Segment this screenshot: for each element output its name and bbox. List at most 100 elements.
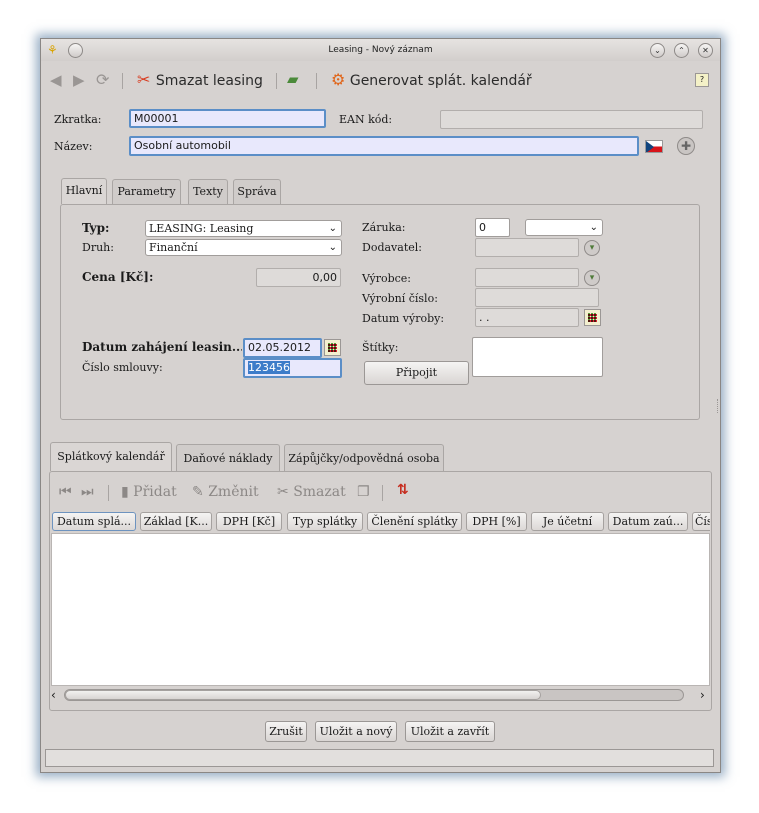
name-label: Název:	[54, 140, 93, 153]
tab-parameters[interactable]: Parametry	[112, 179, 181, 204]
delete-leasing-button[interactable]: ✂ Smazat leasing	[137, 70, 263, 90]
back-icon[interactable]: ◀	[50, 71, 62, 89]
type-select[interactable]: LEASING: Leasing ⌄	[145, 220, 342, 237]
payment-calendar-grid[interactable]	[51, 533, 710, 686]
scissors-icon: ✂	[277, 484, 289, 500]
serial-number-label: Výrobní číslo:	[362, 292, 438, 305]
refresh-icon[interactable]: ⟳	[96, 70, 109, 89]
manufacturer-input[interactable]	[475, 268, 579, 287]
translate-globe-icon[interactable]: ✚	[677, 137, 695, 155]
contract-number-input[interactable]: 123456	[243, 358, 342, 378]
first-record-icon[interactable]: ⏮	[59, 484, 72, 500]
kind-select-value: Finanční	[149, 241, 198, 254]
maximize-button[interactable]: ⌃	[674, 43, 689, 58]
chevron-down-icon: ⌄	[328, 242, 337, 253]
forward-icon[interactable]: ▶	[73, 71, 85, 89]
tab-payment-calendar[interactable]: Splátkový kalendář	[50, 442, 172, 471]
generate-calendar-label: Generovat splát. kalendář	[349, 73, 532, 89]
code-input[interactable]: M00001	[129, 109, 326, 128]
contract-number-selected-text: 123456	[248, 361, 290, 374]
contract-number-label: Číslo smlouvy:	[82, 361, 163, 374]
supplier-label: Dodavatel:	[362, 241, 422, 254]
column-header[interactable]: Základ [K...	[140, 512, 212, 531]
save-and-close-button[interactable]: Uložit a zavřít	[405, 721, 495, 742]
column-header[interactable]: DPH [%]	[466, 512, 527, 531]
edit-row-label: Změnit	[208, 484, 259, 500]
toolbar-separator	[316, 73, 317, 89]
save-and-new-button[interactable]: Uložit a nový	[315, 721, 397, 742]
manufacture-date-label: Datum výroby:	[362, 312, 445, 325]
supplier-input[interactable]	[475, 238, 579, 257]
status-bar	[45, 749, 714, 767]
tags-label: Štítky:	[362, 341, 399, 354]
last-record-icon[interactable]: ⏭	[81, 484, 94, 500]
toolbar-separator	[108, 485, 109, 501]
edit-icon: ✎	[192, 484, 204, 500]
column-header[interactable]: Datum zaú...	[608, 512, 688, 531]
calendar-icon[interactable]	[584, 309, 601, 326]
tab-tax-costs[interactable]: Daňové náklady	[176, 444, 280, 471]
add-row-button[interactable]: ▮ Přidat	[121, 484, 177, 500]
column-header[interactable]: Čís	[692, 512, 710, 531]
ean-input[interactable]	[440, 110, 703, 129]
manufacturer-label: Výrobce:	[362, 272, 412, 285]
chevron-down-icon: ⌄	[589, 222, 598, 233]
tab-administration[interactable]: Správa	[233, 179, 281, 204]
help-icon[interactable]: ?	[695, 73, 709, 87]
manufacturer-lookup-icon[interactable]: ▾	[584, 270, 600, 286]
tab-main[interactable]: Hlavní	[61, 178, 107, 204]
chevron-down-icon: ⌄	[328, 223, 337, 234]
tab-texts[interactable]: Texty	[188, 179, 228, 204]
dialog-window: ⚘ Leasing - Nový záznam ⌄ ⌃ ✕ ◀ ▶ ⟳ ✂ Sm…	[40, 38, 721, 773]
delete-row-button[interactable]: ✂ Smazat	[277, 484, 346, 500]
minimize-button[interactable]: ⌄	[650, 43, 665, 58]
supplier-lookup-icon[interactable]: ▾	[584, 240, 600, 256]
tags-box[interactable]	[472, 337, 603, 377]
price-input[interactable]: 0,00	[256, 268, 341, 287]
warranty-input[interactable]: 0	[475, 218, 510, 237]
scroll-right-icon[interactable]: ›	[700, 687, 705, 703]
add-row-label: Přidat	[133, 484, 177, 500]
serial-number-input[interactable]	[475, 288, 599, 307]
gear-icon: ⚙	[331, 70, 346, 89]
edit-row-button[interactable]: ✎ Změnit	[192, 484, 259, 500]
code-label: Zkratka:	[54, 113, 102, 126]
window-title: Leasing - Nový záznam	[328, 45, 433, 55]
warranty-unit-select[interactable]: ⌄	[525, 219, 603, 236]
money-icon[interactable]: ▰	[287, 70, 299, 88]
column-header[interactable]: DPH [Kč]	[216, 512, 282, 531]
ean-label: EAN kód:	[339, 113, 393, 126]
delete-leasing-label: Smazat leasing	[155, 73, 263, 89]
resize-handle[interactable]	[717, 399, 720, 413]
generate-calendar-button[interactable]: ⚙ Generovat splát. kalendář	[331, 70, 532, 90]
calendar-icon[interactable]	[324, 339, 341, 356]
kind-select[interactable]: Finanční ⌄	[145, 239, 342, 256]
manufacture-date-input[interactable]: . .	[475, 308, 579, 327]
cancel-button[interactable]: Zrušit	[265, 721, 307, 742]
column-header[interactable]: Je účetní	[531, 512, 604, 531]
price-label: Cena [Kč]:	[82, 270, 154, 284]
horizontal-scrollbar-thumb[interactable]	[65, 690, 541, 700]
tab-loans-responsible-person[interactable]: Zápůjčky/odpovědná osoba	[284, 444, 444, 471]
column-header[interactable]: Členění splátky	[367, 512, 462, 531]
scroll-left-icon[interactable]: ‹	[51, 687, 56, 703]
column-header[interactable]: Datum splá...	[52, 512, 136, 531]
toolbar-separator	[276, 73, 277, 89]
toolbar-separator	[382, 485, 383, 501]
attach-tags-button[interactable]: Připojit	[364, 361, 469, 385]
delete-row-label: Smazat	[293, 484, 346, 500]
column-header[interactable]: Typ splátky	[287, 512, 363, 531]
sort-icon[interactable]: ⇅	[397, 482, 409, 498]
type-select-value: LEASING: Leasing	[149, 222, 254, 235]
type-label: Typ:	[82, 221, 110, 235]
copy-icon[interactable]: ❐	[357, 484, 370, 500]
warranty-label: Záruka:	[362, 221, 406, 234]
name-input[interactable]: Osobní automobil	[129, 136, 639, 156]
toolbar-separator	[122, 73, 123, 89]
czech-flag-icon[interactable]	[645, 140, 663, 153]
leasing-start-date-input[interactable]: 02.05.2012	[243, 338, 322, 358]
document-icon: ▮	[121, 484, 129, 500]
kind-label: Druh:	[82, 241, 114, 254]
close-button[interactable]: ✕	[698, 43, 713, 58]
leasing-start-label: Datum zahájení leasin...	[82, 340, 242, 354]
